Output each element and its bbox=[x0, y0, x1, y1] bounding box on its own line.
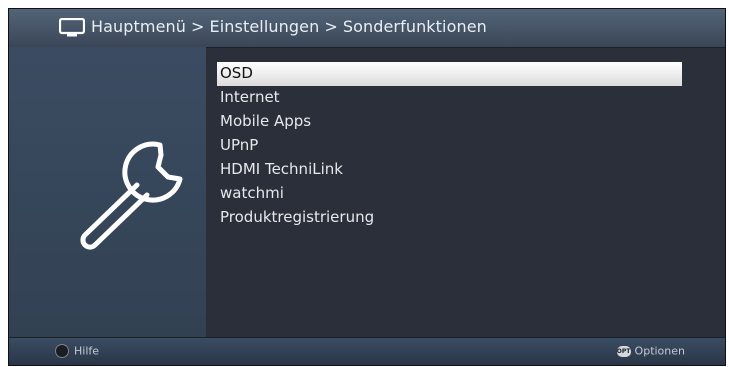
tv-icon bbox=[59, 18, 85, 37]
header-bar: Hauptmenü > Einstellungen > Sonderfunktionen bbox=[9, 9, 725, 48]
help-hint[interactable]: Hilfe bbox=[55, 344, 99, 358]
menu-item-internet[interactable]: Internet bbox=[217, 86, 682, 110]
breadcrumb-separator: > bbox=[324, 17, 338, 36]
options-button-icon: OPT bbox=[616, 345, 631, 357]
wrench-icon bbox=[80, 141, 183, 250]
menu-item-osd[interactable]: OSD bbox=[217, 62, 682, 86]
options-hint[interactable]: OPT Optionen bbox=[616, 344, 685, 358]
help-label: Hilfe bbox=[74, 344, 100, 358]
footer-bar: Hilfe OPT Optionen bbox=[9, 337, 725, 365]
menu-item-produktregistrierung[interactable]: Produktregistrierung bbox=[217, 206, 682, 230]
menu-list: OSD Internet Mobile Apps UPnP HDMI TechniLin… bbox=[217, 62, 682, 230]
menu-item-upnp[interactable]: UPnP bbox=[217, 134, 682, 158]
options-label: Optionen bbox=[634, 344, 685, 358]
breadcrumb-item-main[interactable]: Hauptmenü bbox=[91, 17, 186, 36]
screen: Hauptmenü > Einstellungen > Sonderfunktionen… bbox=[8, 8, 726, 366]
breadcrumb-item-settings[interactable]: Einstellungen bbox=[210, 17, 320, 36]
help-button-icon bbox=[55, 344, 69, 358]
menu-item-mobile-apps[interactable]: Mobile Apps bbox=[217, 110, 682, 134]
left-panel bbox=[9, 47, 206, 340]
menu-item-hdmi-technilink[interactable]: HDMI TechniLink bbox=[217, 158, 682, 182]
breadcrumb: Hauptmenü > Einstellungen > Sonderfunktionen bbox=[91, 17, 487, 36]
breadcrumb-item-current: Sonderfunktionen bbox=[342, 17, 487, 36]
menu-item-watchmi[interactable]: watchmi bbox=[217, 182, 682, 206]
breadcrumb-separator: > bbox=[191, 17, 205, 36]
